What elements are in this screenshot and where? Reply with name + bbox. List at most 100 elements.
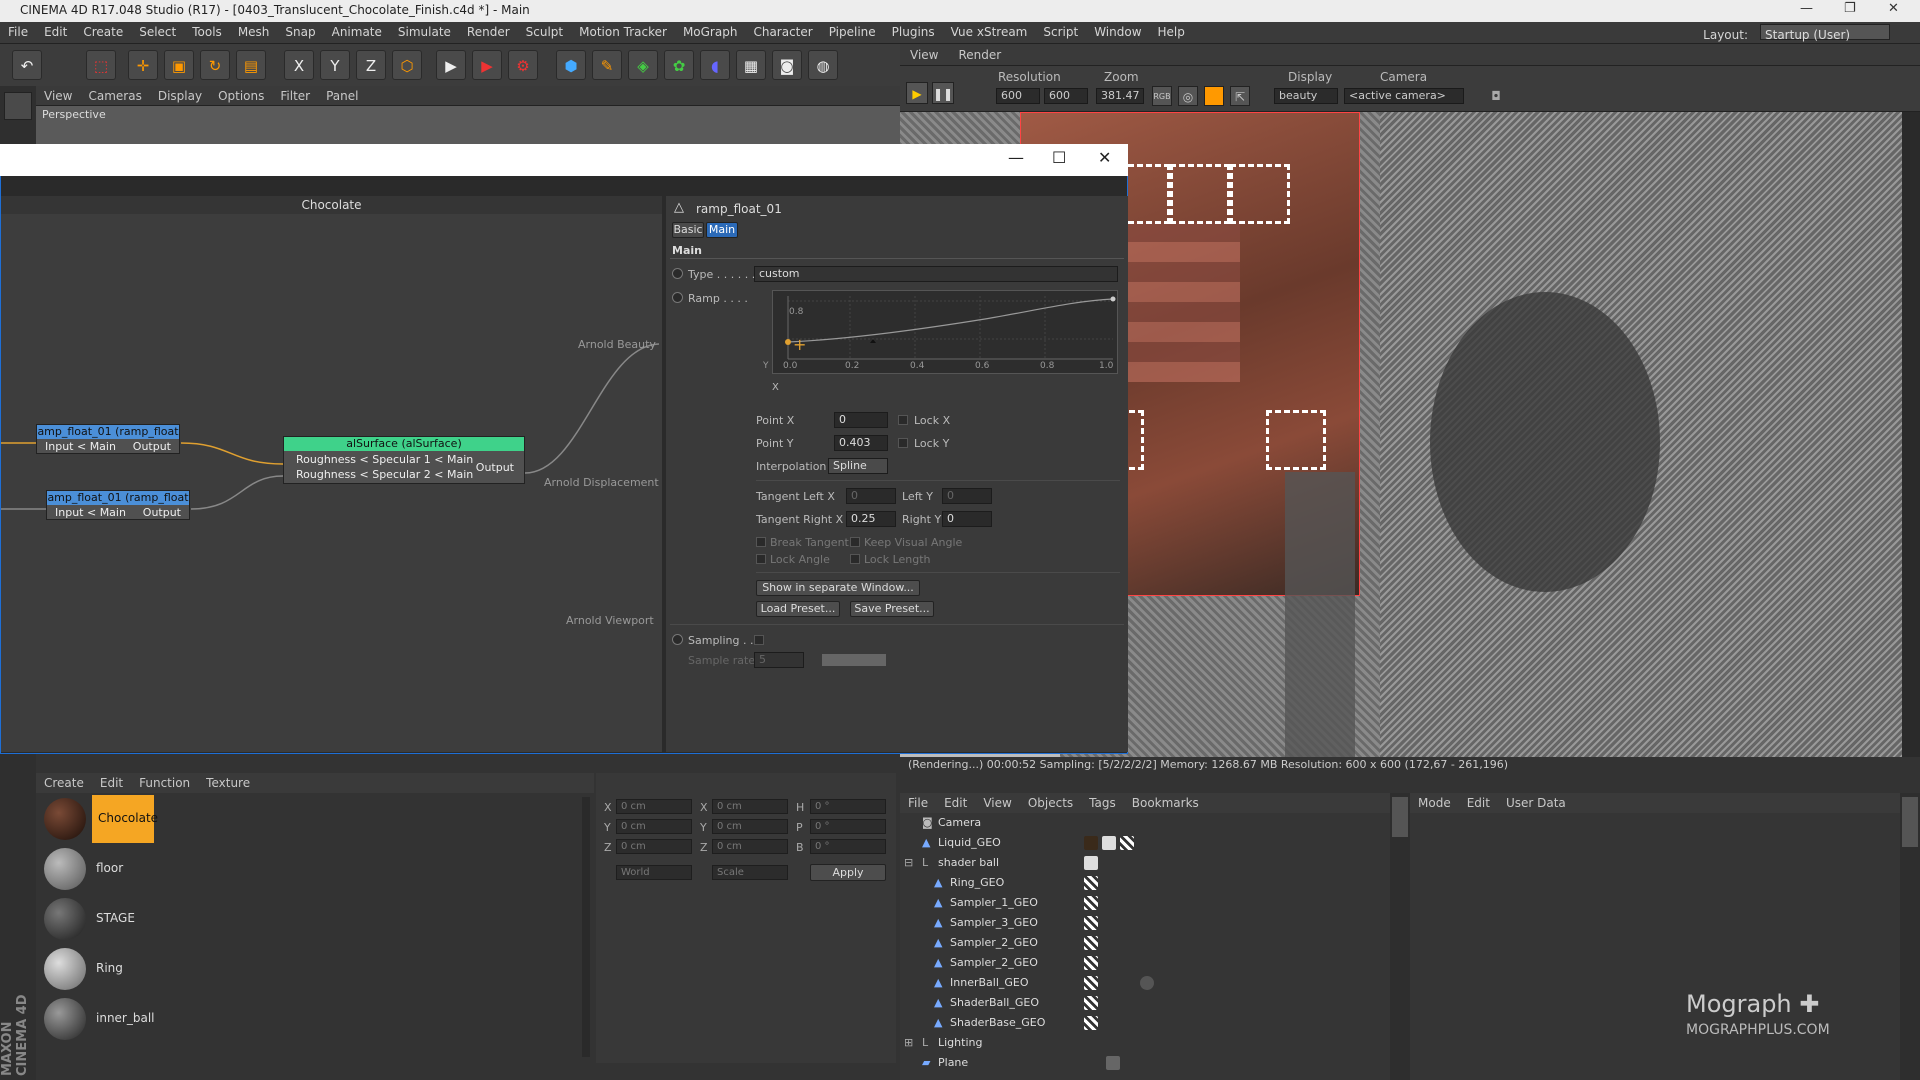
menu-character[interactable]: Character (745, 22, 820, 39)
zoom-field[interactable]: 381.47 (1096, 88, 1144, 104)
tab-main[interactable]: Main (706, 222, 738, 238)
menu-sculpt[interactable]: Sculpt (518, 22, 571, 39)
node-input[interactable]: Input < Main (45, 440, 116, 453)
subdivision-icon[interactable]: ◈ (628, 50, 658, 80)
menu-plugins[interactable]: Plugins (884, 22, 943, 39)
phong-tag-icon[interactable] (1084, 876, 1098, 890)
display-dropdown[interactable]: beauty (1274, 88, 1338, 104)
node-input[interactable]: Input < Main (55, 506, 126, 519)
size-x-field[interactable]: 0 cm (712, 799, 788, 814)
select-tool-icon[interactable]: ⬚ (86, 50, 116, 80)
ramp-float-node-1[interactable]: amp_float_01 (ramp_float Input < Main Ou… (36, 424, 180, 454)
viewport-menu-options[interactable]: Options (210, 86, 272, 103)
menu-render[interactable]: Render (459, 22, 518, 39)
menu-motion-tracker[interactable]: Motion Tracker (571, 22, 675, 39)
arnold-tag-icon[interactable] (1102, 836, 1116, 850)
node-output[interactable]: Output (476, 461, 514, 474)
left-y-field[interactable]: 0 (942, 488, 992, 504)
phong-tag-icon[interactable] (1084, 916, 1098, 930)
point-x-field[interactable]: 0 (834, 412, 888, 428)
tree-item[interactable]: ▰ Plane (900, 1053, 1390, 1073)
snapshot-camera-icon[interactable]: ◘ (1486, 86, 1506, 106)
ramp-float-node-2[interactable]: amp_float_01 (ramp_float Input < Main Ou… (46, 490, 190, 520)
right-y-field[interactable]: 0 (942, 511, 992, 527)
keep-visual-angle-checkbox[interactable] (850, 537, 860, 547)
phong-tag-icon[interactable] (1084, 1016, 1098, 1030)
x-axis-icon[interactable]: X (284, 50, 314, 80)
menu-help[interactable]: Help (1150, 22, 1193, 39)
floor-icon[interactable]: ▦ (736, 50, 766, 80)
material-floor[interactable]: floor (40, 845, 594, 893)
rv-menu-render[interactable]: Render (948, 44, 1011, 62)
attr-menu-edit[interactable]: Edit (1459, 793, 1498, 810)
tree-item[interactable]: ⊞ L Lighting (900, 1033, 1390, 1053)
tree-item[interactable]: ▲ Sampler_2_GEO (900, 933, 1390, 953)
viewport-menu-panel[interactable]: Panel (318, 86, 366, 103)
menu-mesh[interactable]: Mesh (230, 22, 278, 39)
ramp-curve-graph[interactable]: 0.8 0.0 0.2 0.4 0.6 0.8 1.0 Y + (763, 290, 1118, 374)
obj-menu-view[interactable]: View (975, 793, 1019, 810)
tangent-left-x-field[interactable]: 0 (846, 488, 896, 504)
viewport-menu-view[interactable]: View (36, 86, 80, 103)
perspective-viewport[interactable]: Perspective (36, 106, 900, 146)
resolution-height-field[interactable]: 600 (1044, 88, 1088, 104)
scale-tool-icon[interactable]: ▣ (164, 50, 194, 80)
viewport-menu-cameras[interactable]: Cameras (80, 86, 149, 103)
material-inner-ball[interactable]: inner_ball (40, 995, 594, 1043)
y-axis-icon[interactable]: Y (320, 50, 350, 80)
lock-x-checkbox[interactable] (898, 415, 908, 425)
type-dropdown[interactable]: custom (754, 266, 1118, 282)
render-view-scrollbar[interactable] (1902, 112, 1920, 757)
phong-tag-icon[interactable] (1084, 936, 1098, 950)
rotation-h-field[interactable]: 0 ° (810, 799, 886, 814)
close-icon[interactable]: ✕ (1888, 1, 1899, 16)
menu-vue-xstream[interactable]: Vue xStream (943, 22, 1036, 39)
attr-menu-mode[interactable]: Mode (1410, 793, 1459, 810)
cloner-icon[interactable]: ✿ (664, 50, 694, 80)
render-view-icon[interactable]: ▶ (436, 50, 466, 80)
tree-item[interactable]: ⊟ Lshader ball (900, 853, 1390, 873)
point-y-field[interactable]: 0.403 (834, 435, 888, 451)
dialog-minimize-icon[interactable]: — (1008, 148, 1024, 167)
render-settings-icon[interactable]: ⚙ (508, 50, 538, 80)
light-icon[interactable]: ◍ (808, 50, 838, 80)
tree-item[interactable]: ▲ ShaderBase_GEO (900, 1013, 1390, 1033)
lock-angle-checkbox[interactable] (756, 554, 766, 564)
expand-icon[interactable]: ⊞ (904, 1036, 916, 1049)
tree-item[interactable]: ▲ Sampler_2_GEO (900, 953, 1390, 973)
recent-tool-icon[interactable]: ▤ (236, 50, 266, 80)
menu-script[interactable]: Script (1035, 22, 1086, 39)
obj-menu-file[interactable]: File (900, 793, 936, 810)
mat-menu-edit[interactable]: Edit (92, 773, 131, 790)
obj-menu-edit[interactable]: Edit (936, 793, 975, 810)
menu-window[interactable]: Window (1086, 22, 1149, 39)
save-preset-button[interactable]: Save Preset... (850, 601, 934, 617)
sample-rate-field[interactable]: 5 (754, 652, 804, 668)
world-dropdown[interactable]: World (616, 865, 692, 880)
apply-button[interactable]: Apply (810, 864, 886, 881)
phong-tag-icon[interactable] (1084, 996, 1098, 1010)
menu-pipeline[interactable]: Pipeline (821, 22, 884, 39)
phong-tag-icon[interactable] (1084, 956, 1098, 970)
menu-file[interactable]: File (0, 22, 36, 39)
obj-menu-tags[interactable]: Tags (1081, 793, 1124, 810)
layout-dropdown[interactable]: Startup (User) (1760, 24, 1890, 42)
viewport-menu-display[interactable]: Display (150, 86, 210, 103)
maximize-icon[interactable]: ❐ (1844, 1, 1856, 16)
scale-dropdown[interactable]: Scale (712, 865, 788, 880)
port-arnold-displacement[interactable]: Arnold Displacement (544, 476, 659, 489)
sampling-animate-radio[interactable] (672, 634, 683, 645)
viewport-mode-icon[interactable] (4, 92, 32, 120)
rotation-b-field[interactable]: 0 ° (810, 839, 886, 854)
camera-dropdown[interactable]: <active camera> (1344, 88, 1464, 104)
type-animate-radio[interactable] (672, 268, 683, 279)
z-axis-icon[interactable]: Z (356, 50, 386, 80)
cube-icon[interactable]: ⬢ (556, 50, 586, 80)
menu-mograph[interactable]: MoGraph (675, 22, 746, 39)
ramp-animate-radio[interactable] (672, 292, 683, 303)
material-tag-icon[interactable] (1084, 836, 1098, 850)
arnold-tag-icon[interactable] (1084, 856, 1098, 870)
port-arnold-viewport[interactable]: Arnold Viewport (566, 614, 654, 627)
rv-menu-view[interactable]: View (900, 44, 948, 62)
dialog-close-icon[interactable]: ✕ (1098, 148, 1111, 167)
